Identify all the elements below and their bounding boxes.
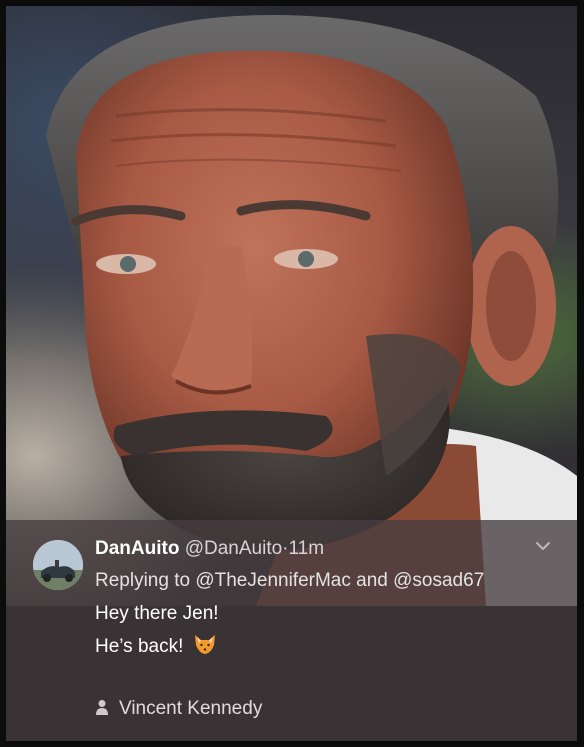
attribution-name: Vincent Kennedy	[119, 698, 263, 719]
tweet-photo[interactable]	[6, 6, 577, 606]
author-display-name[interactable]: DanAuito	[95, 538, 179, 559]
tweet-body-panel	[6, 606, 577, 741]
replying-and-label: and	[356, 570, 388, 591]
reply-mention-sosad67[interactable]: @sosad67	[393, 570, 484, 591]
tweet-text-line-1: Hey there Jen!	[95, 603, 219, 624]
avatar[interactable]	[33, 540, 83, 590]
fox-face-emoji-icon	[194, 635, 215, 654]
chevron-down-icon[interactable]	[534, 537, 552, 555]
replying-to-line: Replying to @TheJenniferMac and @sosad67	[95, 571, 484, 590]
avatar-image	[33, 540, 83, 590]
tweet-timestamp[interactable]: 11m	[289, 538, 325, 559]
tweet-header-overlay	[6, 520, 577, 606]
screenshot-frame: DanAuito @DanAuito·11m Replying to @TheJ…	[6, 6, 577, 741]
replying-to-label: Replying to	[95, 570, 191, 591]
author-handle[interactable]: @DanAuito	[185, 538, 282, 559]
portrait-image	[46, 15, 577, 606]
tweet-text-line-2-text: He’s back!	[95, 636, 184, 657]
photo-attribution[interactable]: Vincent Kennedy	[95, 698, 262, 720]
reply-mention-thejennifermac[interactable]: @TheJenniferMac	[195, 570, 351, 591]
person-icon	[96, 700, 108, 715]
tweet-author-line: DanAuito @DanAuito·11m	[95, 539, 324, 558]
tweet-text-line-2: He’s back!	[95, 633, 217, 656]
